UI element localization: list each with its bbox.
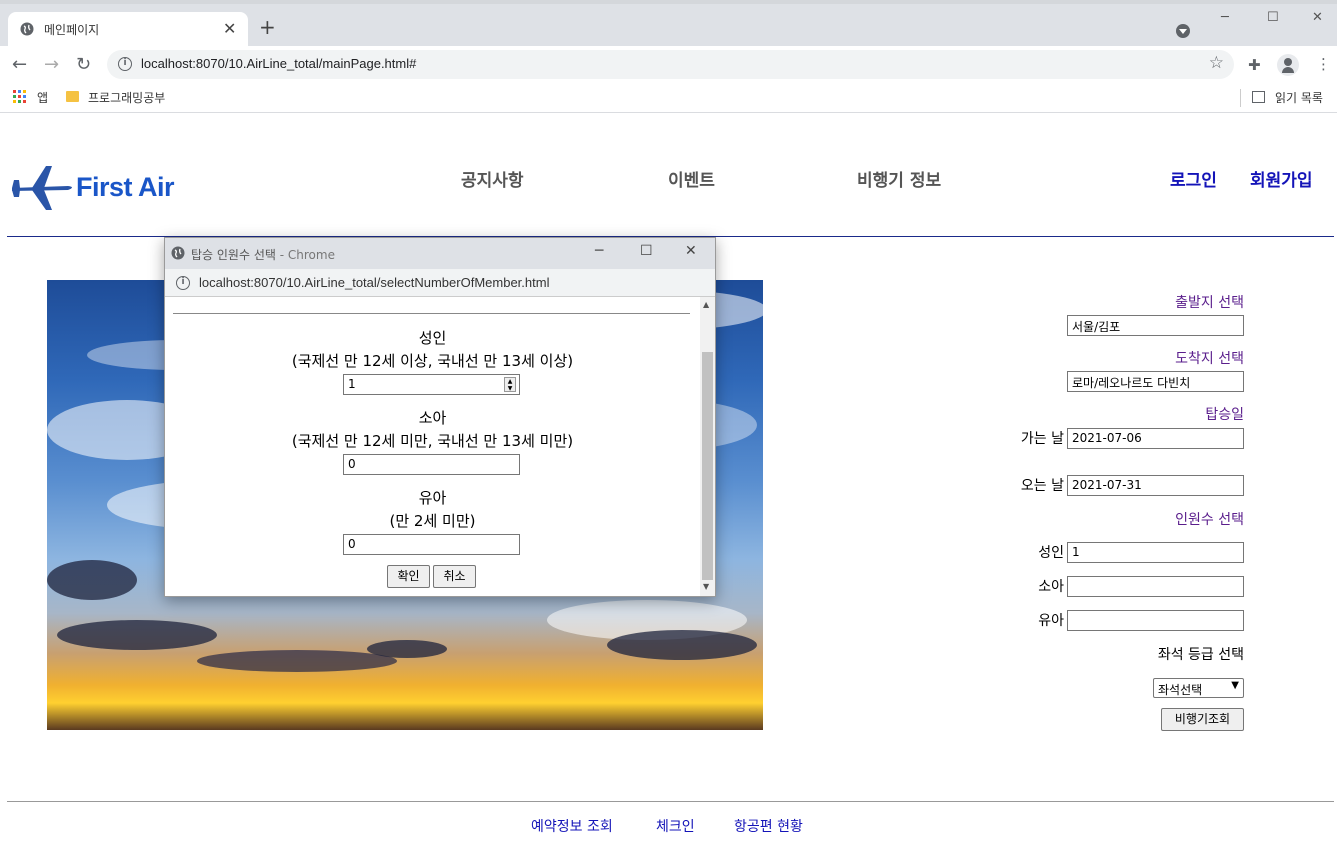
child-count-input[interactable] xyxy=(1067,576,1244,597)
folder-icon xyxy=(66,91,79,102)
arrival-heading: 도착지 선택 xyxy=(1175,351,1244,367)
depart-date-label: 가는 날 xyxy=(1020,431,1064,447)
popup-close-icon[interactable]: ✕ xyxy=(685,243,697,259)
info-icon[interactable]: i xyxy=(118,57,132,71)
popup-divider xyxy=(173,313,690,314)
nav-notice[interactable]: 공지사항 xyxy=(461,166,524,191)
apps-grid-icon[interactable] xyxy=(13,90,26,103)
seat-class-select[interactable]: 좌석선택 ▼ xyxy=(1153,678,1244,698)
scroll-down-icon[interactable]: ▼ xyxy=(703,582,709,591)
footer-reservation-link[interactable]: 예약정보 조회 xyxy=(531,816,613,836)
bookmark-folder[interactable]: 프로그래밍공부 xyxy=(88,89,165,106)
forward-icon[interactable]: → xyxy=(44,54,59,75)
footer-flight-status-link[interactable]: 항공편 현황 xyxy=(734,816,803,836)
popup-child-title: 소아 xyxy=(418,409,447,427)
popup-address-bar: i localhost:8070/10.AirLine_total/select… xyxy=(165,269,715,297)
nav-event[interactable]: 이벤트 xyxy=(668,166,715,191)
departure-heading: 출발지 선택 xyxy=(1175,295,1244,311)
popup-infant-desc: (만 2세 미만) xyxy=(389,512,476,530)
new-tab-icon[interactable]: + xyxy=(259,15,276,39)
nav-aircraft-info[interactable]: 비행기 정보 xyxy=(857,166,941,191)
arrival-input[interactable]: 로마/레오나르도 다빈치 xyxy=(1067,371,1244,392)
profile-avatar-icon[interactable] xyxy=(1277,54,1299,76)
brand-name[interactable]: First Air xyxy=(76,172,175,203)
bookmark-apps[interactable]: 앱 xyxy=(37,89,48,106)
infant-label: 유아 xyxy=(1038,613,1064,629)
extensions-icon[interactable]: ✚ xyxy=(1248,56,1261,74)
scrollbar-thumb[interactable] xyxy=(702,352,713,580)
reload-icon[interactable]: ↻ xyxy=(76,54,91,75)
popup-url: localhost:8070/10.AirLine_total/selectNu… xyxy=(199,275,550,290)
menu-kebab-icon[interactable]: ⋮ xyxy=(1316,55,1331,73)
info-icon[interactable]: i xyxy=(176,276,190,290)
popup-adult-value: 1 xyxy=(348,377,356,391)
number-spinner-icon[interactable]: ▲ ▼ xyxy=(504,377,516,392)
scroll-up-icon[interactable]: ▲ xyxy=(703,300,709,309)
window-top-edge xyxy=(0,0,1337,4)
adult-label: 성인 xyxy=(1038,545,1064,561)
browser-tab[interactable]: 메인페이지 ✕ xyxy=(8,12,248,46)
popup-title-bar[interactable]: 탑승 인원수 선택 - Chrome ─ ☐ ✕ xyxy=(165,238,715,269)
passenger-heading: 인원수 선택 xyxy=(1175,512,1244,528)
popup-content: 성인 (국제선 만 12세 이상, 국내선 만 13세 이상) 1 ▲ ▼ 소아 … xyxy=(165,297,700,596)
popup-confirm-button[interactable]: 확인 xyxy=(387,565,430,588)
popup-scrollbar[interactable]: ▲ ▼ xyxy=(700,297,715,596)
tab-strip: 메인페이지 ✕ + ─ ☐ ✕ xyxy=(0,0,1337,46)
address-bar[interactable]: i localhost:8070/10.AirLine_total/mainPa… xyxy=(107,50,1234,79)
popup-infant-input[interactable]: 0 xyxy=(343,534,520,555)
globe-icon xyxy=(20,22,34,36)
address-url[interactable]: localhost:8070/10.AirLine_total/mainPage… xyxy=(141,56,416,71)
close-tab-icon[interactable]: ✕ xyxy=(223,19,236,38)
passenger-popup-window: 탑승 인원수 선택 - Chrome ─ ☐ ✕ i localhost:807… xyxy=(164,237,716,597)
browser-toolbar: ← → ↻ i localhost:8070/10.AirLine_total/… xyxy=(0,46,1337,83)
popup-adult-desc: (국제선 만 12세 이상, 국내선 만 13세 이상) xyxy=(291,352,574,370)
login-link[interactable]: 로그인 xyxy=(1170,166,1217,191)
reading-list-icon[interactable] xyxy=(1252,91,1265,103)
window-close-icon[interactable]: ✕ xyxy=(1312,10,1323,25)
popup-infant-title: 유아 xyxy=(418,489,447,507)
popup-adult-input[interactable]: 1 ▲ ▼ xyxy=(343,374,520,395)
popup-title-suffix: - Chrome xyxy=(275,248,335,262)
departure-input[interactable]: 서울/김포 xyxy=(1067,315,1244,336)
bookmarks-separator xyxy=(1240,89,1241,107)
search-flights-button[interactable]: 비행기조회 xyxy=(1161,708,1244,731)
seat-class-heading: 좌석 등급 선택 xyxy=(1157,647,1244,663)
return-date-input[interactable]: 2021-07-31 xyxy=(1067,475,1244,496)
chevron-down-icon: ▼ xyxy=(1231,680,1239,691)
tab-title: 메인페이지 xyxy=(44,23,100,37)
popup-title: 탑승 인원수 선택 - Chrome xyxy=(191,246,335,263)
bookmark-star-icon[interactable]: ☆ xyxy=(1209,53,1224,73)
popup-child-desc: (국제선 만 12세 미만, 국내선 만 13세 미만) xyxy=(291,432,574,450)
reading-list-label[interactable]: 읽기 목록 xyxy=(1275,89,1323,106)
adult-count-input[interactable]: 1 xyxy=(1067,542,1244,563)
popup-adult-title: 성인 xyxy=(418,329,447,347)
seat-class-selected: 좌석선택 xyxy=(1158,683,1203,697)
popup-child-input[interactable]: 0 xyxy=(343,454,520,475)
tab-search-icon[interactable] xyxy=(1176,24,1190,38)
bookmarks-bar: 앱 프로그래밍공부 읽기 목록 xyxy=(0,83,1337,113)
footer-checkin-link[interactable]: 체크인 xyxy=(656,816,695,836)
popup-title-text: 탑승 인원수 선택 xyxy=(191,248,276,262)
popup-cancel-button[interactable]: 취소 xyxy=(433,565,476,588)
back-icon[interactable]: ← xyxy=(12,54,27,75)
minimize-icon[interactable]: ─ xyxy=(1221,10,1229,25)
popup-minimize-icon[interactable]: ─ xyxy=(595,243,603,259)
child-label: 소아 xyxy=(1038,579,1064,595)
infant-count-input[interactable] xyxy=(1067,610,1244,631)
date-heading: 탑승일 xyxy=(1205,407,1244,423)
globe-icon xyxy=(171,246,185,260)
maximize-icon[interactable]: ☐ xyxy=(1267,10,1279,25)
signup-link[interactable]: 회원가입 xyxy=(1250,166,1313,191)
popup-maximize-icon[interactable]: ☐ xyxy=(640,243,653,259)
return-date-label: 오는 날 xyxy=(1020,478,1064,494)
footer-divider xyxy=(7,801,1334,802)
depart-date-input[interactable]: 2021-07-06 xyxy=(1067,428,1244,449)
